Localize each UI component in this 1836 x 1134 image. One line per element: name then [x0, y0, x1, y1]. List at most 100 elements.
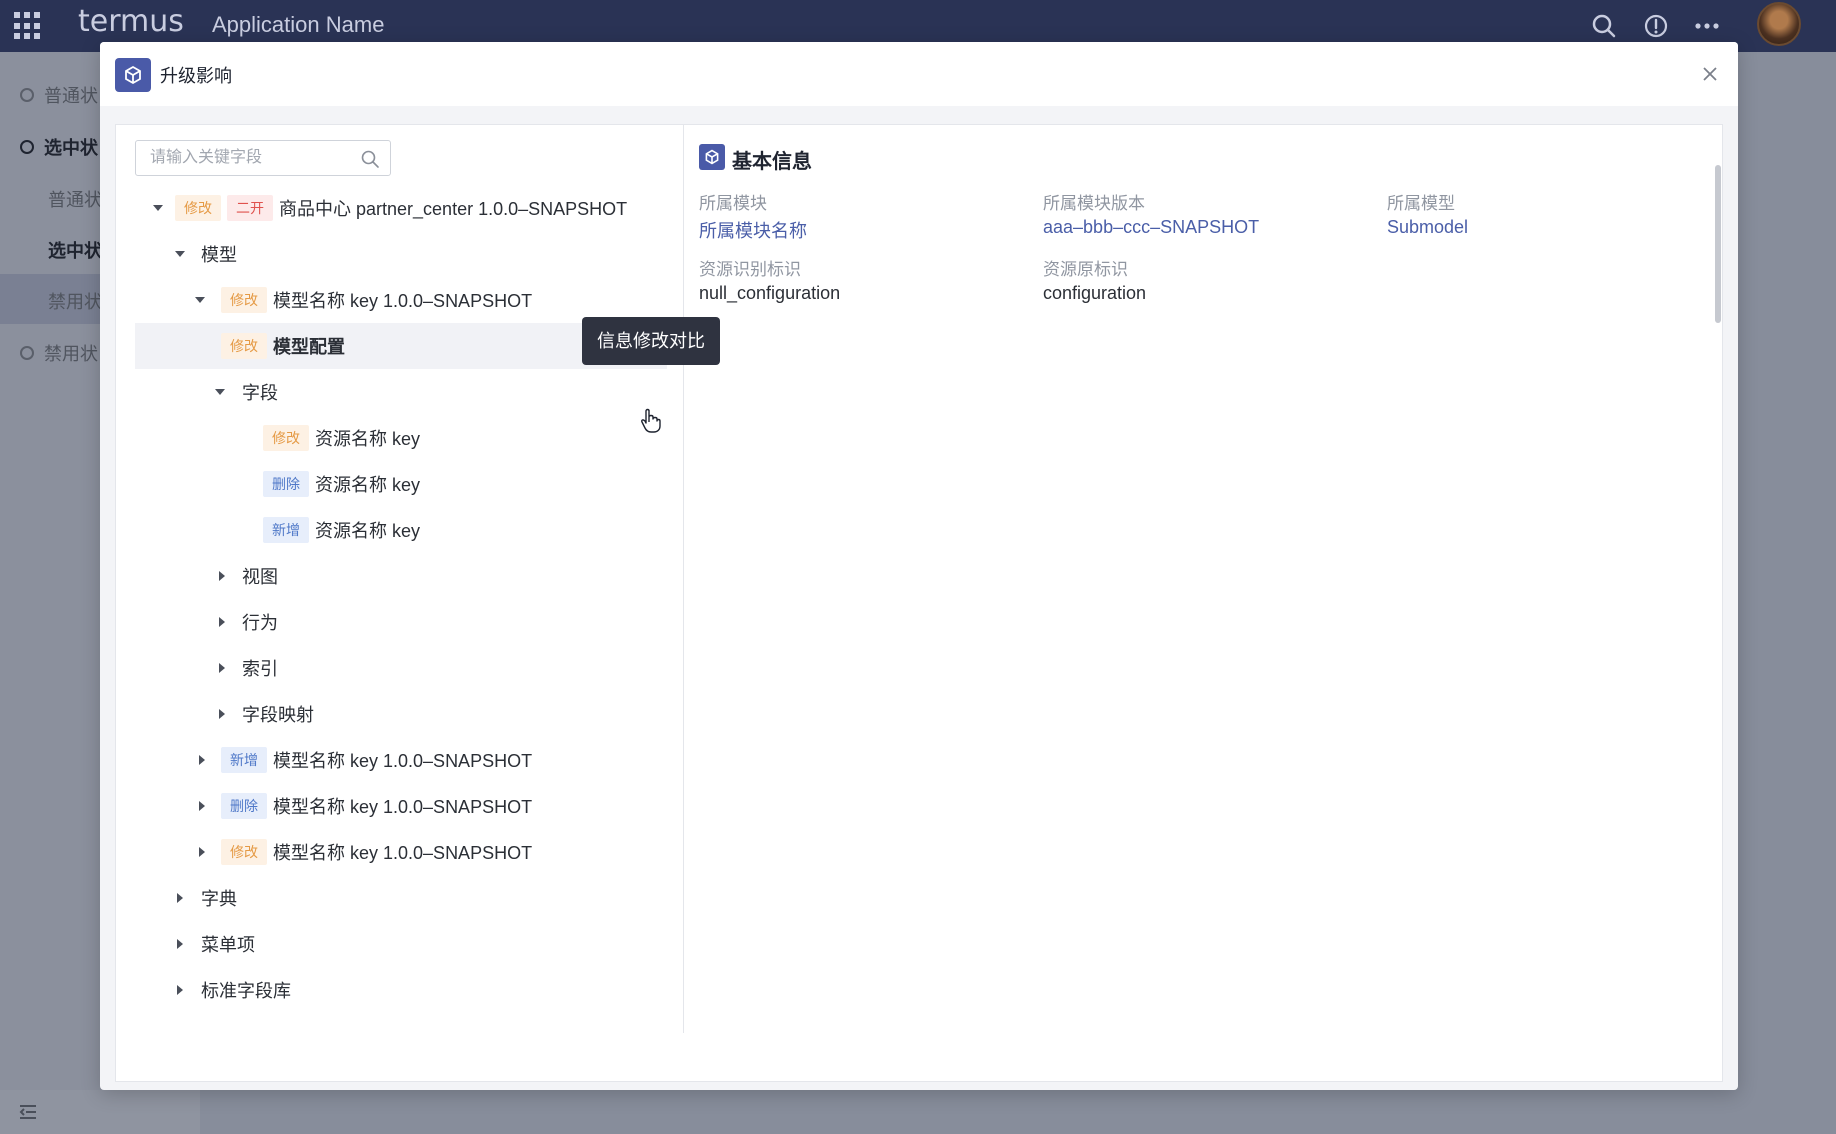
tree-node-label: 资源名称 key	[315, 429, 421, 449]
tag-modified: 修改	[263, 425, 309, 451]
close-icon[interactable]	[1700, 64, 1720, 84]
tree-node-model[interactable]: 修改 模型名称 key 1.0.0–SNAPSHOT	[135, 829, 667, 875]
tree-node-field[interactable]: 删除 资源名称 key	[135, 461, 667, 507]
tree-node-label: 模型名称 key 1.0.0–SNAPSHOT	[273, 797, 533, 817]
caret-down-icon[interactable]	[215, 389, 225, 395]
app-logo: termus	[78, 4, 184, 39]
tag-added: 新增	[221, 747, 267, 773]
tree-node-label: 字典	[201, 889, 237, 909]
sidebar-item-label: 普通状	[48, 190, 102, 210]
tag-deleted: 删除	[221, 793, 267, 819]
caret-right-icon[interactable]	[199, 755, 205, 765]
caret-right-icon[interactable]	[199, 847, 205, 857]
tree-node-root[interactable]: 修改 二开 商品中心 partner_center 1.0.0–SNAPSHOT	[135, 185, 667, 231]
tree-node-standard-fields[interactable]: 标准字段库	[135, 967, 667, 1013]
tree-node-behaviors[interactable]: 行为	[135, 599, 667, 645]
tree-node-label: 资源名称 key	[315, 521, 421, 541]
collapse-sidebar-icon[interactable]	[18, 1103, 38, 1121]
sidebar-item-icon	[20, 88, 34, 102]
tag-modified: 修改	[221, 287, 267, 313]
tag-modified: 修改	[221, 839, 267, 865]
tag-deleted: 删除	[263, 471, 309, 497]
sidebar-item-label: 选中状	[44, 138, 98, 158]
tree-node-label: 模型配置	[273, 337, 345, 357]
tree-node-label: 商品中心 partner_center 1.0.0–SNAPSHOT	[279, 199, 628, 219]
app-name: Application Name	[212, 12, 385, 37]
resource-orig-label: 资源原标识	[1043, 260, 1128, 279]
module-version-link[interactable]: aaa–bbb–ccc–SNAPSHOT	[1043, 217, 1259, 238]
sidebar-item-label: 禁用状	[44, 344, 98, 364]
sidebar-subitem-disabled: 禁用状	[48, 288, 102, 314]
tree-node-label: 视图	[242, 567, 278, 587]
resource-id-value: null_configuration	[699, 283, 841, 303]
tree-node-menu-items[interactable]: 菜单项	[135, 921, 667, 967]
caret-right-icon[interactable]	[219, 617, 225, 627]
caret-right-icon[interactable]	[219, 571, 225, 581]
sidebar-item[interactable]: 普通状	[20, 82, 98, 108]
module-link[interactable]: 所属模块名称	[699, 217, 807, 243]
user-avatar[interactable]	[1757, 2, 1801, 46]
caret-right-icon[interactable]	[177, 985, 183, 995]
detail-panel: 基本信息 所属模块 所属模块名称 所属模块版本 aaa–bbb–ccc–SNAP…	[685, 125, 1713, 1033]
scrollbar[interactable]	[1713, 165, 1723, 1031]
hand-cursor-icon	[641, 408, 661, 433]
caret-right-icon[interactable]	[219, 663, 225, 673]
section-title: 基本信息	[732, 151, 812, 173]
tree-node-dictionary[interactable]: 字典	[135, 875, 667, 921]
resource-id-label: 资源识别标识	[699, 260, 801, 279]
module-version-label: 所属模块版本	[1043, 194, 1145, 213]
tree-node-fields[interactable]: 字段	[135, 369, 667, 415]
tag-modified: 修改	[175, 195, 221, 221]
more-icon[interactable]	[1691, 10, 1723, 42]
tag-secondary-dev: 二开	[227, 195, 273, 221]
scrollbar-thumb[interactable]	[1715, 165, 1721, 323]
caret-down-icon[interactable]	[175, 251, 185, 257]
tree-node-field[interactable]: 新增 资源名称 key	[135, 507, 667, 553]
tree-node-label: 资源名称 key	[315, 475, 421, 495]
resource-orig-value: configuration	[1043, 283, 1147, 303]
search-icon[interactable]	[360, 149, 380, 169]
tree-node-model[interactable]: 删除 模型名称 key 1.0.0–SNAPSHOT	[135, 783, 667, 829]
info-icon[interactable]	[1640, 10, 1672, 42]
sidebar-item-icon	[20, 346, 34, 360]
search-icon[interactable]	[1588, 10, 1620, 42]
tree-node-indexes[interactable]: 索引	[135, 645, 667, 691]
sidebar-item-disabled: 禁用状	[20, 340, 98, 366]
tree-node-field-mapping[interactable]: 字段映射	[135, 691, 667, 737]
upgrade-impact-modal: 升级影响 修改 二开 商品中心 partner_center 1	[100, 42, 1738, 1090]
tree-node-model[interactable]: 新增 模型名称 key 1.0.0–SNAPSHOT	[135, 737, 667, 783]
tree-node-models[interactable]: 模型	[135, 231, 667, 277]
caret-down-icon[interactable]	[195, 297, 205, 303]
module-label: 所属模块	[699, 194, 767, 213]
caret-right-icon[interactable]	[219, 709, 225, 719]
sidebar-subitem-selected[interactable]: 选中状	[48, 237, 102, 263]
tree-node-label: 菜单项	[201, 935, 255, 955]
tree-node-label: 字段	[242, 383, 278, 403]
sidebar-item-label: 选中状	[48, 241, 102, 261]
modal-header: 升级影响	[100, 42, 1738, 106]
modal-title: 升级影响	[160, 66, 232, 86]
sidebar-item-label: 普通状	[44, 86, 98, 106]
caret-down-icon[interactable]	[153, 205, 163, 211]
model-link[interactable]: Submodel	[1387, 217, 1468, 238]
tag-modified: 修改	[221, 333, 267, 359]
caret-right-icon[interactable]	[177, 939, 183, 949]
section-cube-icon	[699, 144, 725, 170]
sidebar-subitem[interactable]: 普通状	[48, 186, 102, 212]
tree-node-label: 行为	[242, 613, 278, 633]
tree-node-views[interactable]: 视图	[135, 553, 667, 599]
sidebar-item[interactable]: 选中状	[20, 134, 98, 160]
tree-node-field[interactable]: 修改 资源名称 key	[135, 415, 667, 461]
model-label: 所属模型	[1387, 194, 1455, 213]
tree-node-label: 模型	[201, 245, 237, 265]
modal-logo-icon	[115, 58, 151, 92]
caret-right-icon[interactable]	[199, 801, 205, 811]
caret-right-icon[interactable]	[177, 893, 183, 903]
tree-node-label: 索引	[242, 659, 278, 679]
search-input[interactable]	[136, 141, 356, 175]
sidebar-item-icon	[20, 140, 34, 154]
tree-node-label: 标准字段库	[201, 981, 291, 1001]
sidebar-item-label: 禁用状	[48, 292, 102, 312]
tree-node-label: 模型名称 key 1.0.0–SNAPSHOT	[273, 291, 533, 311]
app-grid-icon[interactable]	[14, 12, 42, 40]
